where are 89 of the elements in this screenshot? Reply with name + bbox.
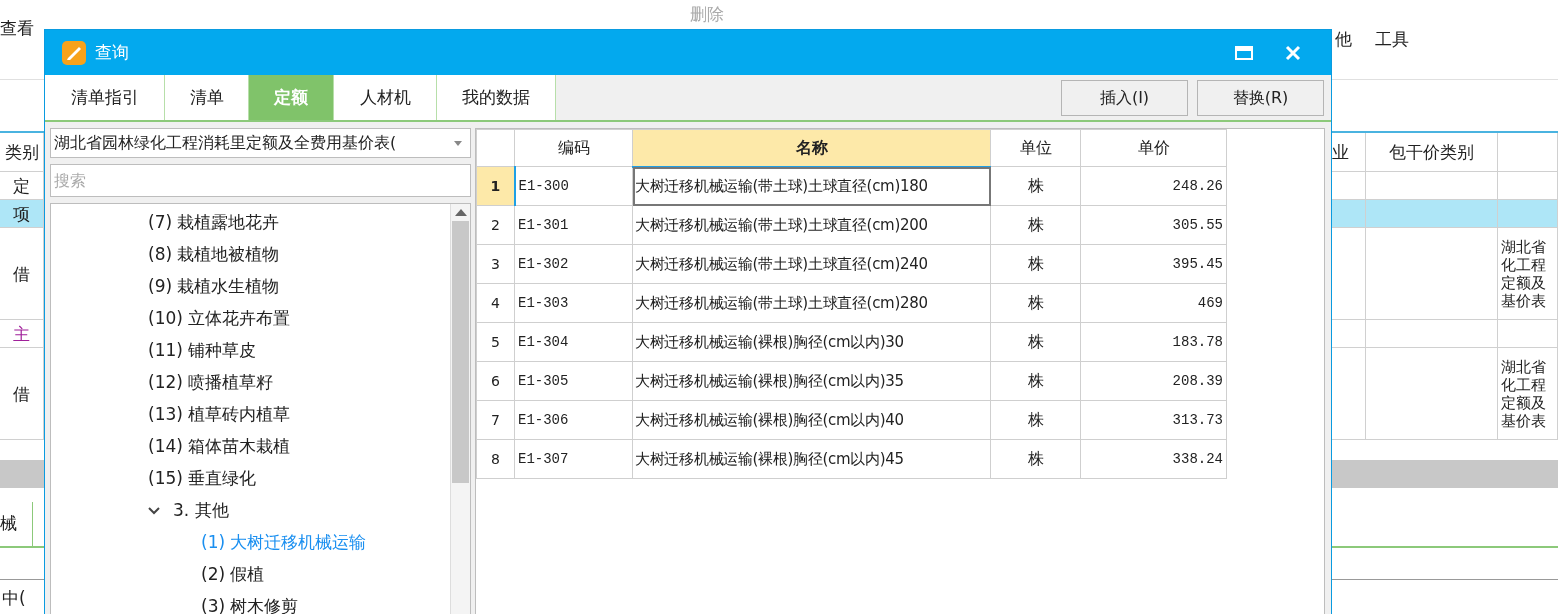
- table-cell: E1-300: [514, 166, 633, 206]
- column-header: 包干价类别: [1389, 143, 1474, 161]
- table-cell: 469: [1080, 283, 1227, 323]
- row-number: 2: [476, 205, 515, 245]
- tree-item[interactable]: (9) 栽植水生植物: [148, 274, 280, 300]
- table-cell: 株: [990, 361, 1081, 401]
- table-cell-text: 中(: [2, 587, 26, 610]
- table-cell: 大树迁移机械运输(裸根)胸径(cm以内)45: [632, 439, 991, 479]
- row-number: 6: [476, 361, 515, 401]
- row-number: 1: [476, 166, 515, 206]
- tree-item[interactable]: (14) 箱体苗木栽植: [148, 434, 291, 460]
- table-cell: 湖北省化工程定额及基价表: [1501, 357, 1546, 430]
- dialog-button[interactable]: 替换(R): [1197, 79, 1324, 116]
- table-cell: 305.55: [1080, 205, 1227, 245]
- table-cell: 株: [990, 322, 1081, 362]
- table-cell: 株: [990, 205, 1081, 245]
- dropdown-caret-icon: [454, 140, 462, 146]
- library-dropdown[interactable]: 湖北省园林绿化工程消耗里定额及全费用基价表(: [50, 128, 471, 158]
- search-field[interactable]: 搜索: [50, 164, 471, 197]
- app-icon: [62, 40, 86, 65]
- table-cell-text: 械: [0, 512, 17, 536]
- tree-item[interactable]: (13) 植草砖内植草: [148, 402, 291, 428]
- column-header[interactable]: 单价: [1080, 129, 1227, 167]
- table-cell: E1-304: [514, 322, 633, 362]
- table-cell: 株: [990, 244, 1081, 284]
- table-cell: 183.78: [1080, 322, 1227, 362]
- table-cell: 株: [990, 283, 1081, 323]
- table-cell: E1-303: [514, 283, 633, 323]
- tab[interactable]: 清单指引: [45, 75, 165, 120]
- table-cell: 大树迁移机械运输(带土球)土球直径(cm)200: [632, 205, 991, 245]
- table-cell: 大树迁移机械运输(带土球)土球直径(cm)240: [632, 244, 991, 284]
- table-cell: 248.26: [1080, 166, 1227, 206]
- dropdown-value: 湖北省园林绿化工程消耗里定额及全费用基价表(: [54, 132, 398, 154]
- tree-item[interactable]: (2) 假植: [201, 562, 265, 588]
- row-number: 4: [476, 283, 515, 323]
- maximize-icon[interactable]: [1235, 45, 1253, 60]
- row-number: 3: [476, 244, 515, 284]
- scrollbar-thumb[interactable]: [452, 221, 469, 483]
- dialog-button[interactable]: 插入(I): [1061, 79, 1188, 116]
- table-cell: 借: [13, 384, 30, 403]
- table-cell: 主: [13, 324, 30, 343]
- table-cell: 大树迁移机械运输(裸根)胸径(cm以内)35: [632, 361, 991, 401]
- scrollbar[interactable]: [450, 204, 470, 614]
- table-cell: 项: [13, 204, 30, 223]
- table-cell: 定: [13, 176, 30, 195]
- tree-item[interactable]: 3. 其他: [173, 498, 229, 524]
- column-header: 业: [1331, 143, 1349, 161]
- ribbon-button[interactable]: 查看: [0, 16, 34, 38]
- tree-item[interactable]: (10) 立体花卉布置: [148, 306, 291, 332]
- column-header[interactable]: 名称: [632, 129, 991, 167]
- column-header[interactable]: 编码: [514, 129, 633, 167]
- ribbon-button[interactable]: 他: [1335, 27, 1352, 49]
- table-cell: 208.39: [1080, 361, 1227, 401]
- table-cell: 大树迁移机械运输(带土球)土球直径(cm)280: [632, 283, 991, 323]
- window-title: 查询: [95, 40, 129, 64]
- table-cell: 395.45: [1080, 244, 1227, 284]
- table-cell: 大树迁移机械运输(带土球)土球直径(cm)180: [632, 166, 991, 206]
- table-cell: 株: [990, 400, 1081, 440]
- close-icon[interactable]: [1285, 44, 1301, 61]
- row-number: 5: [476, 322, 515, 362]
- tree-item[interactable]: (8) 栽植地被植物: [148, 242, 280, 268]
- chevron-down-icon[interactable]: [148, 507, 160, 515]
- tab[interactable]: 我的数据: [437, 75, 556, 120]
- tab[interactable]: 人材机: [334, 75, 437, 120]
- table-cell: 湖北省化工程定额及基价表: [1501, 237, 1546, 310]
- column-header[interactable]: 单位: [990, 129, 1081, 167]
- table-cell: E1-302: [514, 244, 633, 284]
- ribbon-button[interactable]: 工具: [1375, 27, 1409, 49]
- row-number: 8: [476, 439, 515, 479]
- scroll-up-icon[interactable]: [454, 209, 467, 216]
- tree-item[interactable]: (7) 栽植露地花卉: [148, 210, 280, 236]
- table-cell: E1-301: [514, 205, 633, 245]
- table-cell: E1-305: [514, 361, 633, 401]
- table-cell: 株: [990, 166, 1081, 206]
- row-number: 7: [476, 400, 515, 440]
- tab[interactable]: 清单: [165, 75, 249, 120]
- table-cell: 类别: [4, 143, 39, 161]
- table-cell: E1-307: [514, 439, 633, 479]
- table-cell: 株: [990, 439, 1081, 479]
- table-cell: 大树迁移机械运输(裸根)胸径(cm以内)30: [632, 322, 991, 362]
- tree-item[interactable]: (12) 喷播植草籽: [148, 370, 274, 396]
- table-cell: 338.24: [1080, 439, 1227, 479]
- tree-item[interactable]: (3) 树木修剪: [201, 594, 299, 614]
- table-cell: E1-306: [514, 400, 633, 440]
- tree-item[interactable]: (11) 铺种草皮: [148, 338, 257, 364]
- table-cell: 借: [13, 264, 30, 283]
- tree-item[interactable]: (15) 垂直绿化: [148, 466, 257, 492]
- table-cell: 313.73: [1080, 400, 1227, 440]
- table-cell: 大树迁移机械运输(裸根)胸径(cm以内)40: [632, 400, 991, 440]
